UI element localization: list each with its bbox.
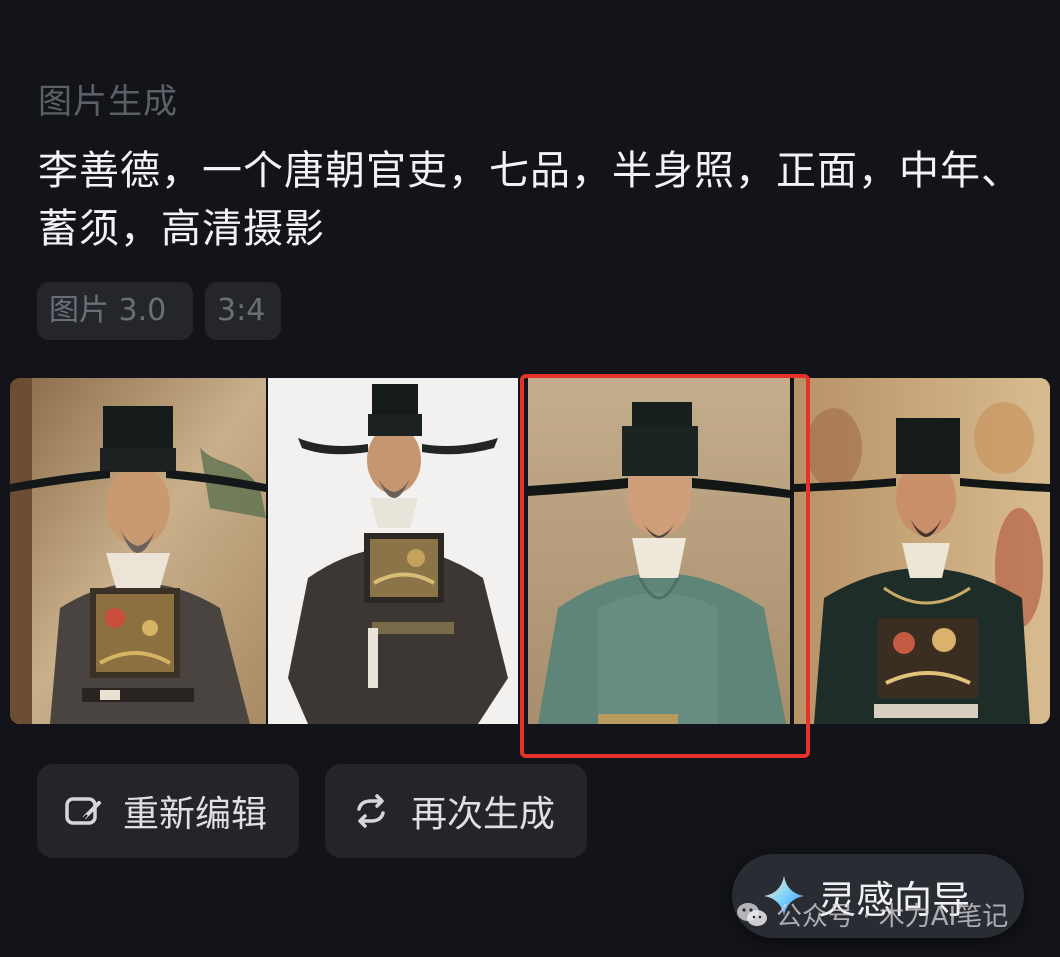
ratio-tag[interactable]: 3:4: [205, 282, 281, 340]
generation-card: 图片生成 李善德，一个唐朝官吏，七品，半身照，正面，中年、蓄须，高清摄影 图片 …: [0, 0, 1060, 957]
generated-image-4[interactable]: [794, 378, 1050, 724]
section-label: 图片生成: [38, 82, 178, 122]
generated-image-1[interactable]: [10, 378, 266, 724]
edit-icon: [61, 789, 105, 833]
regenerate-label: 再次生成: [411, 794, 556, 835]
inspiration-guide-label: 灵感向导: [818, 877, 971, 922]
portrait-image-4: [794, 378, 1050, 724]
prompt-text: 李善德，一个唐朝官吏，七品，半身照，正面，中年、蓄须，高清摄影: [38, 148, 1022, 252]
inspiration-guide-button[interactable]: 灵感向导: [732, 854, 1024, 938]
portrait-image-2: [268, 378, 518, 724]
portrait-image-1: [10, 378, 266, 724]
selected-image-highlight: [520, 374, 810, 758]
sparkle-icon: [762, 874, 806, 918]
regenerate-button[interactable]: 再次生成: [325, 764, 587, 858]
generated-image-2[interactable]: [268, 378, 518, 724]
re-edit-button[interactable]: 重新编辑: [37, 764, 299, 858]
model-tag[interactable]: 图片 3.0: [37, 282, 193, 340]
re-edit-label: 重新编辑: [123, 794, 268, 835]
refresh-icon: [349, 789, 393, 833]
